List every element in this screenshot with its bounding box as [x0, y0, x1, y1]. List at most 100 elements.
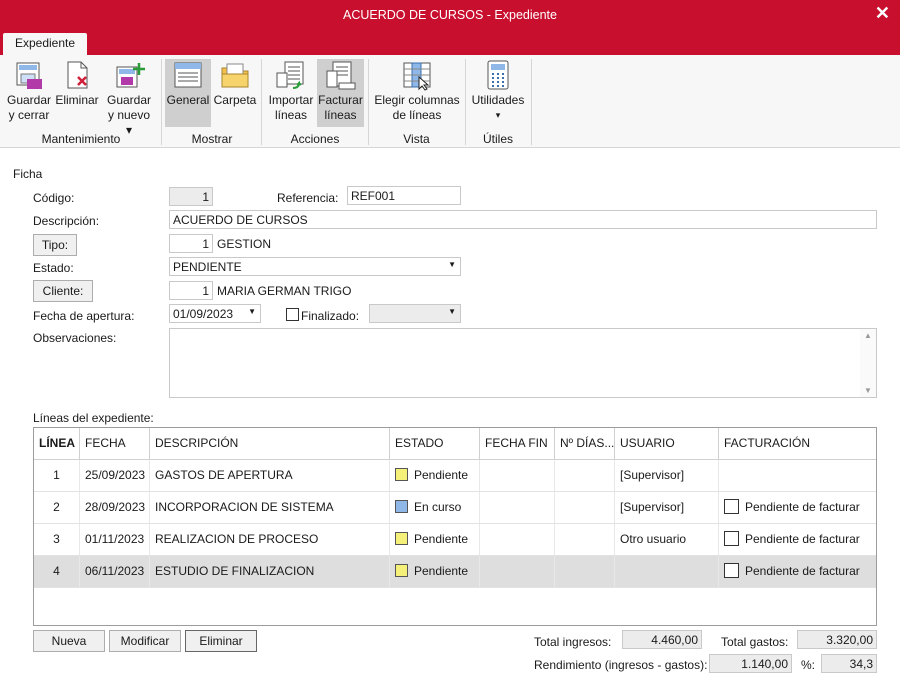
- observaciones-field[interactable]: ▲ ▼: [169, 328, 877, 398]
- cell-estado[interactable]: En curso: [390, 492, 480, 523]
- col-fecha[interactable]: FECHA: [80, 428, 150, 459]
- cell-fecha[interactable]: 01/11/2023: [80, 524, 150, 555]
- cell-text: 4: [53, 564, 60, 578]
- facturacion-checkbox[interactable]: [724, 563, 739, 579]
- chevron-down-icon: ▼: [248, 307, 256, 316]
- cell-linea[interactable]: 4: [34, 556, 80, 587]
- rendimiento-label: Rendimiento (ingresos - gastos):: [534, 658, 708, 672]
- save-close-label-2: y cerrar: [8, 108, 50, 122]
- cell-facturacion[interactable]: Pendiente de facturar: [719, 556, 876, 587]
- status-color-icon: [395, 500, 408, 514]
- cell-fecha[interactable]: 28/09/2023: [80, 492, 150, 523]
- cell-text: 01/11/2023: [85, 532, 145, 546]
- cell-linea[interactable]: 3: [34, 524, 80, 555]
- choose-columns-label-2: de líneas: [392, 108, 442, 122]
- cell-fecha-fin[interactable]: [480, 556, 555, 587]
- cell-text: [Supervisor]: [620, 500, 685, 514]
- tab-expediente[interactable]: Expediente: [3, 33, 87, 56]
- choose-columns-button[interactable]: Elegir columnas de líneas: [373, 59, 461, 127]
- save-new-button[interactable]: Guardar y nuevo ▾: [104, 59, 154, 137]
- col-descripcion[interactable]: DESCRIPCIÓN: [150, 428, 390, 459]
- finalizado-date-field[interactable]: ▼: [369, 304, 461, 323]
- lineas-section-title: Líneas del expediente:: [33, 411, 154, 425]
- fecha-apertura-field[interactable]: 01/09/2023 ▼: [169, 304, 261, 323]
- cell-facturacion[interactable]: [719, 460, 876, 491]
- tipo-code-field[interactable]: 1: [169, 234, 213, 253]
- cell-usuario[interactable]: [615, 556, 719, 587]
- cell-linea[interactable]: 1: [34, 460, 80, 491]
- porcentaje-field: 34,3: [821, 654, 877, 673]
- folder-button[interactable]: Carpeta: [213, 59, 257, 127]
- save-close-button[interactable]: Guardar y cerrar: [6, 59, 52, 127]
- nueva-button[interactable]: Nueva: [33, 630, 105, 652]
- import-lines-button[interactable]: Importar líneas: [267, 59, 315, 127]
- cell-dias[interactable]: [555, 556, 615, 587]
- col-dias[interactable]: Nº DÍAS...: [555, 428, 615, 459]
- general-view-icon: [174, 62, 202, 88]
- codigo-field[interactable]: 1: [169, 187, 213, 206]
- cell-dias[interactable]: [555, 524, 615, 555]
- general-button[interactable]: General: [165, 59, 211, 127]
- invoice-lines-button[interactable]: Facturar líneas: [317, 59, 364, 127]
- save-new-label-1: Guardar: [106, 93, 152, 107]
- facturacion-checkbox[interactable]: [724, 499, 739, 515]
- cell-estado[interactable]: Pendiente: [390, 524, 480, 555]
- cell-fecha[interactable]: 25/09/2023: [80, 460, 150, 491]
- cell-dias[interactable]: [555, 460, 615, 491]
- descripcion-field[interactable]: ACUERDO DE CURSOS: [169, 210, 877, 229]
- save-close-label-1: Guardar: [6, 93, 52, 107]
- cell-fecha[interactable]: 06/11/2023: [80, 556, 150, 587]
- cell-linea[interactable]: 2: [34, 492, 80, 523]
- status-color-icon: [395, 532, 408, 546]
- cell-descripcion[interactable]: GASTOS DE APERTURA: [150, 460, 390, 491]
- cell-usuario[interactable]: Otro usuario: [615, 524, 719, 555]
- scroll-down-icon[interactable]: ▼: [864, 386, 872, 395]
- cliente-button[interactable]: Cliente:: [33, 280, 93, 302]
- delete-button[interactable]: Eliminar: [54, 59, 100, 127]
- cell-fecha-fin[interactable]: [480, 460, 555, 491]
- col-estado[interactable]: ESTADO: [390, 428, 480, 459]
- cell-facturacion[interactable]: Pendiente de facturar: [719, 524, 876, 555]
- col-fecha-fin[interactable]: FECHA FIN: [480, 428, 555, 459]
- finalizado-checkbox[interactable]: [286, 308, 299, 321]
- eliminar-button[interactable]: Eliminar: [185, 630, 257, 652]
- cell-text: Otro usuario: [620, 532, 687, 546]
- cell-fecha-fin[interactable]: [480, 524, 555, 555]
- cell-fecha-fin[interactable]: [480, 492, 555, 523]
- scroll-up-icon[interactable]: ▲: [864, 331, 872, 340]
- rendimiento-field: 1.140,00: [709, 654, 792, 673]
- cell-text: [Supervisor]: [620, 468, 685, 482]
- referencia-field[interactable]: REF001: [347, 186, 461, 205]
- tipo-button[interactable]: Tipo:: [33, 234, 77, 256]
- cell-text: Pendiente de facturar: [745, 564, 860, 578]
- table-row[interactable]: 4 06/11/2023 ESTUDIO DE FINALIZACION Pendie…: [34, 556, 876, 588]
- group-mostrar: Mostrar: [191, 132, 233, 146]
- save-close-icon: [16, 62, 42, 89]
- cell-descripcion[interactable]: REALIZACION DE PROCESO: [150, 524, 390, 555]
- col-linea[interactable]: LÍNEA: [34, 428, 80, 459]
- facturacion-checkbox[interactable]: [724, 531, 739, 547]
- table-row[interactable]: 3 01/11/2023 REALIZACION DE PROCESO Pendien…: [34, 524, 876, 556]
- cell-usuario[interactable]: [Supervisor]: [615, 460, 719, 491]
- modificar-button[interactable]: Modificar: [109, 630, 181, 652]
- observaciones-scrollbar[interactable]: ▲ ▼: [860, 329, 876, 397]
- cell-descripcion[interactable]: ESTUDIO DE FINALIZACION: [150, 556, 390, 587]
- table-row[interactable]: 2 28/09/2023 INCORPORACION DE SISTEMA En cu…: [34, 492, 876, 524]
- close-icon[interactable]: ✕: [875, 3, 890, 24]
- total-gastos-field: 3.320,00: [797, 630, 877, 649]
- col-usuario[interactable]: USUARIO: [615, 428, 719, 459]
- utilities-button[interactable]: Utilidades ▾: [470, 59, 526, 127]
- cell-dias[interactable]: [555, 492, 615, 523]
- total-ingresos-label: Total ingresos:: [534, 635, 612, 649]
- cell-text: En curso: [414, 500, 462, 514]
- cell-estado[interactable]: Pendiente: [390, 460, 480, 491]
- cell-descripcion[interactable]: INCORPORACION DE SISTEMA: [150, 492, 390, 523]
- col-facturacion[interactable]: FACTURACIÓN: [719, 428, 876, 459]
- cell-facturacion[interactable]: Pendiente de facturar: [719, 492, 876, 523]
- cliente-code-field[interactable]: 1: [169, 281, 213, 300]
- cell-estado[interactable]: Pendiente: [390, 556, 480, 587]
- cell-usuario[interactable]: [Supervisor]: [615, 492, 719, 523]
- estado-select[interactable]: PENDIENTE ▼: [169, 257, 461, 276]
- table-row[interactable]: 1 25/09/2023 GASTOS DE APERTURA Pendiente [S…: [34, 460, 876, 492]
- choose-columns-label-1: Elegir columnas: [374, 93, 460, 107]
